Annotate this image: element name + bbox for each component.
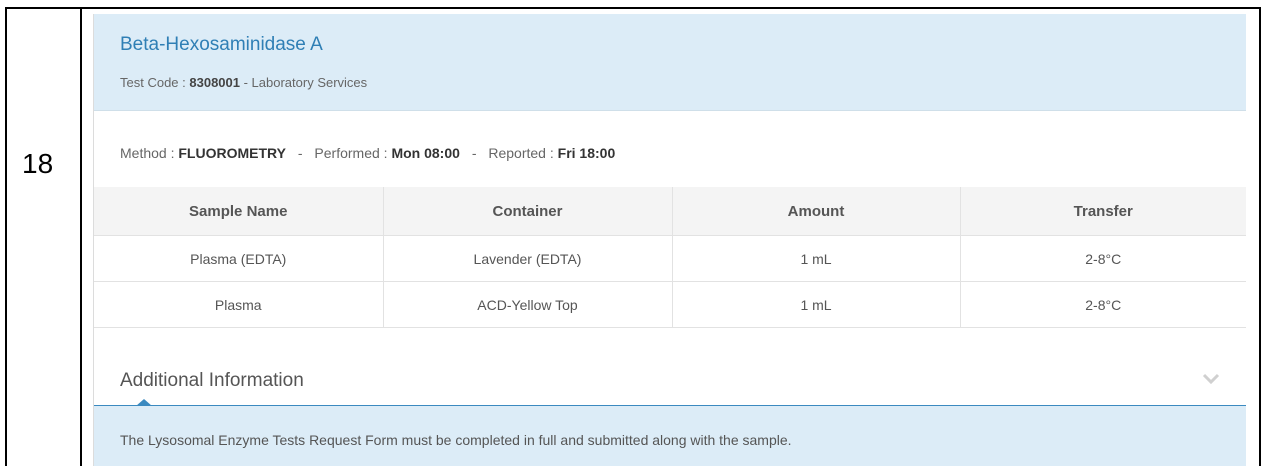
table-border-column [80, 7, 82, 466]
column-header-amount: Amount [672, 187, 961, 236]
sample-name-cell: Plasma (EDTA) [94, 235, 384, 282]
table-row: Plasma ACD-Yellow Top 1 mL 2-8°C [94, 281, 1246, 328]
test-code-suffix: - Laboratory Services [240, 75, 368, 90]
expanded-indicator-icon [136, 399, 152, 406]
table-border-top [5, 7, 1261, 9]
chevron-down-icon[interactable] [1202, 372, 1220, 386]
amount-cell: 1 mL [672, 281, 961, 328]
additional-info-toggle[interactable]: Additional Information [94, 350, 1246, 406]
amount-cell: 1 mL [672, 235, 961, 282]
separator: - [471, 145, 477, 161]
transfer-cell: 2-8°C [960, 235, 1246, 282]
reported-label: Reported : [488, 145, 558, 161]
table-row: Plasma (EDTA) Lavender (EDTA) 1 mL 2-8°C [94, 235, 1246, 282]
table-border-right [1259, 7, 1261, 466]
container-cell: Lavender (EDTA) [383, 235, 673, 282]
test-code: 8308001 [189, 75, 240, 90]
column-header-sample-name: Sample Name [94, 187, 384, 236]
sample-name-cell: Plasma [94, 281, 384, 328]
reported-value: Fri 18:00 [557, 145, 616, 161]
separator: - [297, 145, 303, 161]
table-header-row: Sample Name Container Amount Transfer [94, 187, 1246, 236]
test-name[interactable]: Beta-Hexosaminidase A [120, 34, 323, 56]
test-header: Beta-Hexosaminidase A Test Code : 830800… [94, 14, 1246, 111]
sample-table: Sample Name Container Amount Transfer Pl… [94, 187, 1246, 328]
additional-info-panel: The Lysosomal Enzyme Tests Request Form … [94, 406, 1246, 466]
test-card: Beta-Hexosaminidase A Test Code : 830800… [93, 14, 1246, 466]
additional-info-text: The Lysosomal Enzyme Tests Request Form … [120, 432, 792, 448]
performed-value: Mon 08:00 [391, 145, 460, 161]
additional-info-title: Additional Information [120, 370, 304, 391]
column-header-transfer: Transfer [960, 187, 1246, 236]
test-code-line: Test Code : 8308001 - Laboratory Service… [120, 75, 367, 90]
method-value: FLUOROMETRY [178, 145, 286, 161]
method-row: Method : FLUOROMETRY - Performed : Mon 0… [120, 145, 615, 161]
test-code-label: Test Code : [120, 75, 190, 90]
container-cell: ACD-Yellow Top [383, 281, 673, 328]
transfer-cell: 2-8°C [960, 281, 1246, 328]
column-header-container: Container [383, 187, 673, 236]
performed-label: Performed : [314, 145, 392, 161]
table-border-left [5, 7, 7, 466]
row-number: 18 [22, 148, 54, 179]
method-label: Method : [120, 145, 179, 161]
